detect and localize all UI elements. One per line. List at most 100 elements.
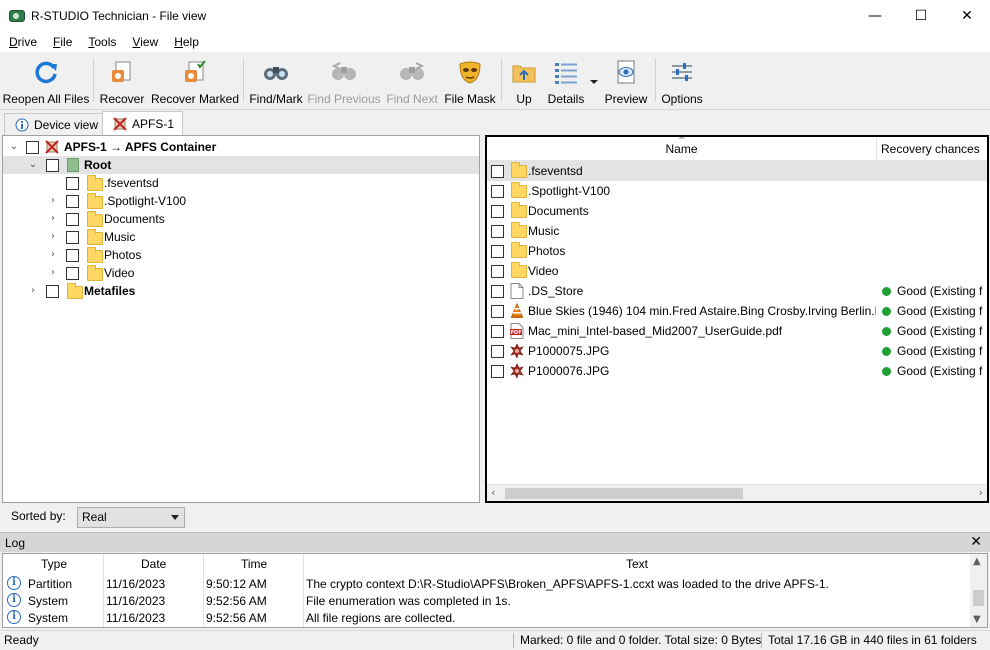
good-status-icon — [882, 346, 891, 356]
file-row[interactable]: .Spotlight-V100 — [487, 181, 987, 201]
menu-tools[interactable]: Tools — [79, 35, 123, 49]
log-column-time[interactable]: Time — [241, 557, 267, 571]
collapse-icon[interactable]: ⌄ — [28, 160, 38, 170]
column-header-name[interactable]: ^ Name — [487, 137, 876, 161]
tab-apfs-1[interactable]: APFS-1 — [102, 111, 184, 135]
horizontal-scrollbar[interactable]: ‹ › — [487, 484, 987, 501]
log-close-button[interactable]: ✕ — [970, 534, 982, 550]
menu-view[interactable]: View — [123, 35, 165, 49]
scroll-left-icon[interactable]: ‹ — [491, 486, 495, 499]
good-status-icon — [882, 326, 891, 336]
file-row[interactable]: P1000075.JPG Good (Existing f — [487, 341, 987, 361]
tree-checkbox[interactable] — [66, 230, 79, 244]
menu-drive[interactable]: Drive — [0, 35, 44, 49]
tree-checkbox[interactable] — [46, 158, 59, 172]
scroll-up-icon[interactable]: ▲ — [973, 556, 981, 567]
file-checkbox[interactable] — [491, 304, 504, 318]
file-row[interactable]: .DS_Store Good (Existing f — [487, 281, 987, 301]
scroll-right-icon[interactable]: › — [979, 486, 983, 499]
tree-checkbox[interactable] — [26, 140, 39, 154]
scrollbar-thumb[interactable] — [973, 590, 984, 606]
tree-checkbox[interactable] — [66, 212, 79, 226]
tree-node-folder[interactable]: › Documents — [3, 210, 479, 228]
recover-marked-button[interactable]: Recover Marked — [151, 56, 239, 106]
tree-node-root[interactable]: ⌄ Root — [3, 156, 479, 174]
chevron-down-icon — [171, 515, 179, 520]
recover-button[interactable]: Recover — [98, 56, 146, 106]
tree-node-container[interactable]: ⌄ APFS-1 → APFS Container — [3, 138, 479, 156]
up-button[interactable]: Up — [507, 56, 541, 106]
tree-node-metafiles[interactable]: › Metafiles — [3, 282, 479, 300]
file-checkbox[interactable] — [491, 204, 504, 218]
log-column-date[interactable]: Date — [141, 557, 166, 571]
file-checkbox[interactable] — [491, 344, 504, 358]
scroll-down-icon[interactable]: ▼ — [973, 614, 981, 625]
details-button[interactable]: Details — [547, 56, 585, 106]
menu-file[interactable]: File — [44, 35, 79, 49]
good-status-icon — [882, 366, 891, 376]
scrollbar-thumb[interactable] — [505, 488, 743, 499]
log-column-text[interactable]: Text — [626, 557, 648, 571]
sort-ascending-icon: ^ — [678, 136, 686, 146]
find-mark-button[interactable]: Find/Mark — [249, 56, 303, 106]
close-button[interactable]: ✕ — [944, 0, 990, 31]
tree-checkbox[interactable] — [66, 194, 79, 208]
folder-icon — [511, 162, 527, 178]
vertical-scrollbar[interactable]: ▲ ▼ — [970, 554, 987, 627]
tree-node-folder[interactable]: .fseventsd — [3, 174, 479, 192]
file-row[interactable]: Documents — [487, 201, 987, 221]
expand-icon[interactable]: › — [28, 286, 38, 296]
file-checkbox[interactable] — [491, 224, 504, 238]
file-mask-button[interactable]: File Mask — [444, 56, 496, 106]
sort-select[interactable]: Real — [77, 507, 185, 528]
maximize-button[interactable]: ☐ — [898, 0, 944, 31]
folder-icon — [511, 182, 527, 198]
file-checkbox[interactable] — [491, 284, 504, 298]
file-row[interactable]: Photos — [487, 241, 987, 261]
tree-node-folder[interactable]: › .Spotlight-V100 — [3, 192, 479, 210]
file-checkbox[interactable] — [491, 184, 504, 198]
file-row[interactable]: P1000076.JPG Good (Existing f — [487, 361, 987, 381]
tree-checkbox[interactable] — [46, 284, 59, 298]
tree-checkbox[interactable] — [66, 266, 79, 280]
file-checkbox[interactable] — [491, 244, 504, 258]
file-checkbox[interactable] — [491, 264, 504, 278]
expand-icon[interactable]: › — [48, 268, 58, 278]
file-checkbox[interactable] — [491, 364, 504, 378]
file-checkbox[interactable] — [491, 324, 504, 338]
expand-icon[interactable]: › — [48, 250, 58, 260]
log-column-type[interactable]: Type — [41, 557, 67, 571]
tree-node-folder[interactable]: › Photos — [3, 246, 479, 264]
file-row[interactable]: PDF Mac_mini_Intel-based_Mid2007_UserGui… — [487, 321, 987, 341]
file-row[interactable]: Blue Skies (1946) 104 min.Fred Astaire.B… — [487, 301, 987, 321]
reopen-all-files-button[interactable]: Reopen All Files — [3, 56, 89, 106]
preview-button[interactable]: Preview — [604, 56, 648, 106]
details-dropdown-arrow-icon[interactable] — [590, 80, 598, 84]
collapse-icon[interactable]: ⌄ — [9, 142, 19, 152]
minimize-button[interactable]: — — [852, 0, 898, 31]
tree-node-folder[interactable]: › Music — [3, 228, 479, 246]
column-header-recovery-chances[interactable]: Recovery chances — [877, 137, 987, 161]
file-row[interactable]: .fseventsd — [487, 161, 987, 181]
file-row[interactable]: Video — [487, 261, 987, 281]
file-row[interactable]: Music — [487, 221, 987, 241]
good-status-icon — [882, 286, 891, 296]
menu-help[interactable]: Help — [165, 35, 206, 49]
find-next-button[interactable]: Find Next — [386, 56, 438, 106]
log-row[interactable]: i System 11/16/2023 9:52:56 AM All file … — [3, 609, 971, 626]
options-button[interactable]: Options — [660, 56, 704, 106]
log-row[interactable]: i System 11/16/2023 9:52:56 AM File enum… — [3, 592, 971, 609]
file-checkbox[interactable] — [491, 164, 504, 178]
tree-checkbox[interactable] — [66, 248, 79, 262]
tree-node-folder[interactable]: › Video — [3, 264, 479, 282]
log-table: Type Date Time Text i Partition 11/16/20… — [2, 553, 988, 628]
folder-icon — [87, 247, 103, 263]
expand-icon[interactable]: › — [48, 196, 58, 206]
expand-icon[interactable]: › — [48, 232, 58, 242]
info-icon — [15, 118, 29, 131]
log-row[interactable]: i Partition 11/16/2023 9:50:12 AM The cr… — [3, 575, 971, 592]
tab-device-view[interactable]: Device view — [4, 113, 108, 135]
expand-icon[interactable]: › — [48, 214, 58, 224]
tree-checkbox[interactable] — [66, 176, 79, 190]
find-previous-button[interactable]: Find Previous — [307, 56, 381, 106]
